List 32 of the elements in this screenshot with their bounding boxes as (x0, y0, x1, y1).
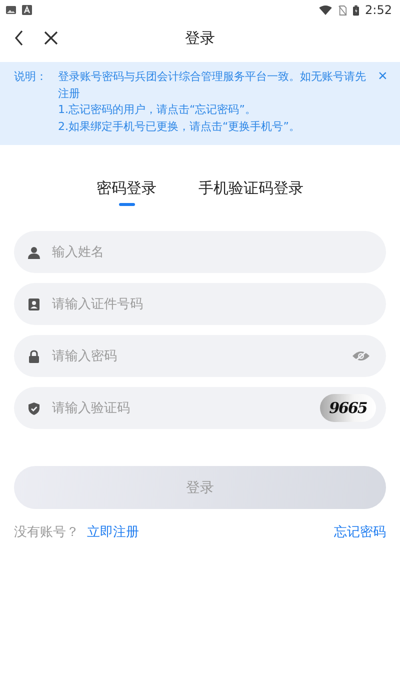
status-time: 2:52 (365, 3, 392, 17)
forgot-password-link[interactable]: 忘记密码 (334, 523, 386, 541)
wifi-icon (319, 5, 332, 15)
person-icon (28, 246, 40, 258)
battery-icon (353, 4, 360, 16)
input-field[interactable]: 请输入证件号码 (14, 283, 386, 325)
login-tab[interactable]: 手机验证码登录 (198, 179, 304, 206)
register-link[interactable]: 立即注册 (87, 523, 139, 541)
notice-label: 说明： (14, 69, 48, 85)
id-card-icon (28, 298, 40, 310)
eye-slash-icon[interactable] (352, 350, 370, 362)
close-icon[interactable] (44, 31, 58, 45)
letter-icon (22, 5, 32, 15)
image-icon (6, 5, 16, 15)
input-field[interactable]: 请输入验证码 9665 (14, 387, 386, 429)
page-title: 登录 (185, 29, 215, 48)
register-prompt: 没有账号？ (14, 524, 79, 541)
login-tab[interactable]: 密码登录 (96, 179, 156, 206)
notice-text: 2.如果绑定手机号已更换，请点击“更换手机号”。 (58, 118, 301, 134)
text-input[interactable]: 请输入证件号码 (50, 296, 372, 312)
notice-text: 登录账号密码与兵团会计综合管理服务平台一致。如无账号请先注册 (58, 69, 367, 102)
back-icon[interactable] (14, 30, 24, 46)
no-sim-icon (338, 4, 348, 16)
shield-check-icon (28, 402, 40, 414)
captcha-image[interactable]: 9665 (320, 394, 376, 422)
input-field[interactable]: 请输入密码 (14, 335, 386, 377)
notice-text: 1.忘记密码的用户，请点击“忘记密码”。 (58, 102, 257, 118)
text-input[interactable]: 请输入密码 (50, 348, 352, 364)
input-field[interactable]: 输入姓名 (14, 231, 386, 273)
text-input[interactable]: 输入姓名 (50, 244, 372, 260)
text-input[interactable]: 请输入验证码 (50, 400, 320, 416)
lock-icon (28, 350, 40, 362)
